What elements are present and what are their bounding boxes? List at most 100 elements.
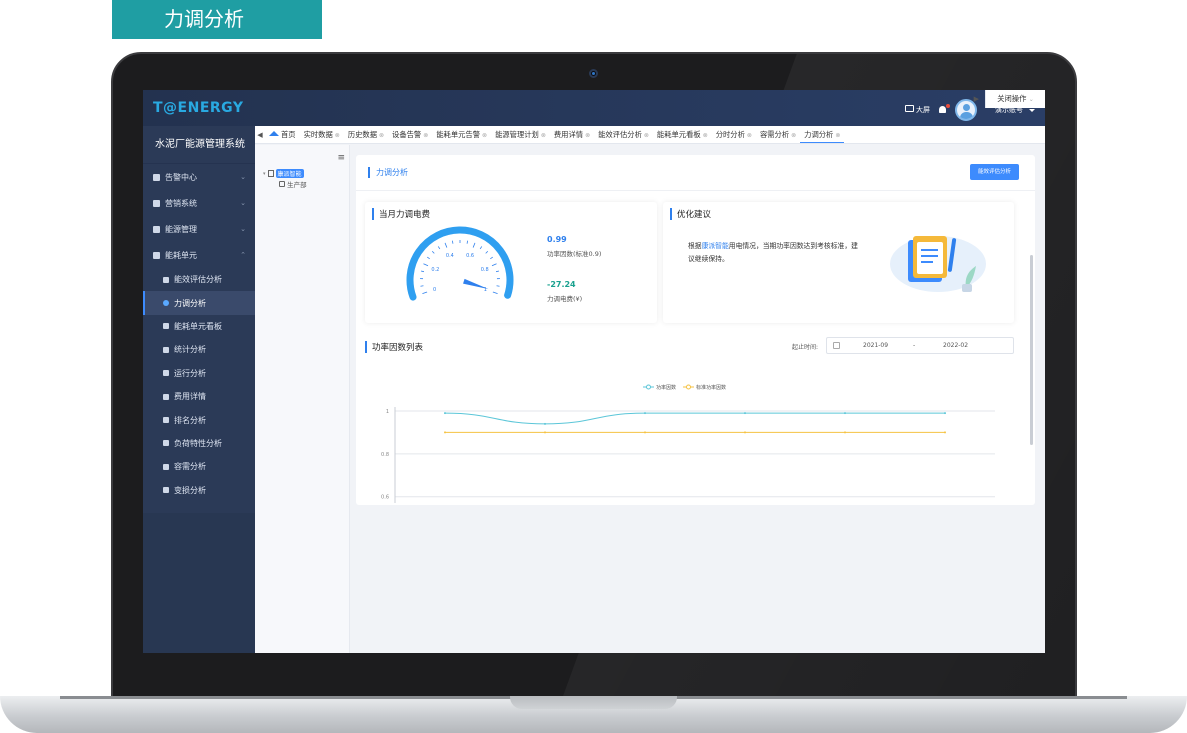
sidebar-subitem-4[interactable]: 运行分析 xyxy=(143,362,255,385)
sidebar-item-3[interactable]: 能耗单元 ⌃ xyxy=(143,242,255,268)
gauge-needle xyxy=(463,278,489,290)
tabs-prev-icon[interactable]: ◀ xyxy=(255,131,265,139)
tab-0[interactable]: 实时数据 ⊗ xyxy=(300,126,344,143)
tab-5[interactable]: 费用详情 ⊗ xyxy=(550,126,594,143)
tab-4[interactable]: 能源管理计划 ⊗ xyxy=(491,126,550,143)
sidebar-item-label: 能耗单元 xyxy=(165,250,197,260)
tab-home[interactable]: 首页 xyxy=(265,126,300,143)
sidebar-subitem-7[interactable]: 负荷特性分析 xyxy=(143,432,255,455)
big-screen-button[interactable]: 大屏 xyxy=(905,105,930,115)
gauge-tick-label: 0 xyxy=(433,287,436,293)
legend-label: 功率因数 xyxy=(656,384,676,391)
sidebar-subitem-label: 容需分析 xyxy=(174,462,206,472)
y-tick-label: 0.6 xyxy=(381,495,389,501)
tab-2[interactable]: 设备告警 ⊗ xyxy=(388,126,432,143)
tabs-bar: ◀ 首页 实时数据 ⊗ 历史数据 ⊗ 设备告警 ⊗ 能耗单元告警 ⊗ 能源管理计划 ⊗ 费用详情 ⊗ 能… xyxy=(255,126,1045,144)
tab-10[interactable]: 力调分析 ⊗ xyxy=(800,126,845,143)
bell-icon[interactable] xyxy=(938,104,950,115)
sidebar-subitem-label: 统计分析 xyxy=(174,345,206,355)
tab-label: 实时数据 xyxy=(303,129,333,139)
tab-close-icon[interactable]: ⊗ xyxy=(335,132,340,139)
fee-label: 力调电费(¥) xyxy=(547,295,583,303)
tab-label: 能耗单元看板 xyxy=(656,129,701,139)
legend-marker xyxy=(686,384,691,390)
main-scrollbar[interactable] xyxy=(1030,255,1033,445)
date-range-label: 起止时间: xyxy=(792,344,819,351)
series-point-1 xyxy=(444,431,446,434)
power-factor-label: 功率因数(标准0.9) xyxy=(547,250,602,258)
tab-close-icon[interactable]: ⊗ xyxy=(703,132,708,139)
submenu-icon xyxy=(163,370,169,377)
series-point-0 xyxy=(944,412,946,415)
optimization-advice-panel: 优化建议 根据康派智能用电情况，当期功率因数达到考核标准，建议继续保持。 xyxy=(663,202,1014,323)
close-operations-button[interactable]: 关闭操作 ⌄ xyxy=(985,90,1045,108)
submenu-icon xyxy=(163,393,169,400)
gauge-tick xyxy=(485,250,489,254)
tab-8[interactable]: 分时分析 ⊗ xyxy=(712,126,756,143)
date-range-picker[interactable]: 2021-09 - 2022-02 xyxy=(826,337,1014,354)
tab-close-icon[interactable]: ⊗ xyxy=(379,132,384,139)
gauge-tick xyxy=(420,270,425,273)
gauge-tick-label: 0.4 xyxy=(446,253,454,259)
chevron-icon: ⌄ xyxy=(240,199,246,207)
tab-close-icon[interactable]: ⊗ xyxy=(482,132,487,139)
tab-close-icon[interactable]: ⊗ xyxy=(423,132,428,139)
monthly-fee-title: 当月力调电费 xyxy=(372,208,430,220)
sidebar-subitem-6[interactable]: 排名分析 xyxy=(143,408,255,431)
tab-1[interactable]: 历史数据 ⊗ xyxy=(344,126,388,143)
sidebar-subitem-5[interactable]: 费用详情 xyxy=(143,385,255,408)
menu-toggle-icon[interactable]: ≡ xyxy=(337,153,345,163)
y-tick-label: 0.8 xyxy=(381,452,389,458)
submenu-icon xyxy=(163,463,169,470)
menu-icon xyxy=(153,251,160,259)
tab-close-icon[interactable]: ⊗ xyxy=(835,132,840,139)
tab-9[interactable]: 容需分析 ⊗ xyxy=(756,126,800,143)
tab-close-icon[interactable]: ⊗ xyxy=(791,132,796,139)
gauge-tick xyxy=(479,246,483,250)
tab-close-icon[interactable]: ⊗ xyxy=(644,132,649,139)
tab-label: 费用详情 xyxy=(553,129,584,139)
tree-node-child[interactable]: 生产部 xyxy=(279,179,307,189)
monthly-fee-panel: 当月力调电费 0 0.2 0.4 0.6 0.8 1 0.99 功率因数(标准0.9) -… xyxy=(365,202,657,323)
efficiency-evaluation-button[interactable]: 能效评估分析 xyxy=(970,164,1019,180)
sidebar-subitem-9[interactable]: 变损分析 xyxy=(143,479,255,502)
tab-label: 历史数据 xyxy=(347,129,377,139)
main-card: 力调分析 能效评估分析 当月力调电费 0 0.2 0.4 0.6 0.8 1 0.99 功… xyxy=(356,155,1035,505)
chevron-icon: ⌄ xyxy=(240,225,246,233)
app-logo: T@ENERGY xyxy=(153,100,244,116)
tab-6[interactable]: 能效评估分析 ⊗ xyxy=(594,126,653,143)
tab-close-icon[interactable]: ⊗ xyxy=(585,132,590,139)
sidebar-subitem-0[interactable]: 能效评估分析 xyxy=(143,268,255,291)
tab-close-icon[interactable]: ⊗ xyxy=(541,132,546,139)
tab-3[interactable]: 能耗单元告警 ⊗ xyxy=(432,126,491,143)
tab-7[interactable]: 能耗单元看板 ⊗ xyxy=(653,126,712,143)
close-operations-label: 关闭操作 xyxy=(997,94,1027,103)
tab-label: 力调分析 xyxy=(804,129,834,139)
series-point-0 xyxy=(544,422,546,425)
sidebar-subitem-8[interactable]: 容需分析 xyxy=(143,455,255,478)
tree-node-root[interactable]: ▾ 康派智能 xyxy=(263,169,304,178)
tree-node-child-label: 生产部 xyxy=(287,181,307,189)
gauge-tick xyxy=(444,242,448,248)
gauge-tick xyxy=(422,291,428,295)
tab-label: 能源管理计划 xyxy=(495,129,539,139)
sidebar-subitem-2[interactable]: 能耗单元看板 xyxy=(143,315,255,338)
chevron-icon: ⌃ xyxy=(240,251,246,259)
tab-label: 容需分析 xyxy=(759,129,790,139)
tabs-next-icon[interactable]: ▶ xyxy=(974,90,979,108)
tree-node-root-label: 康派智能 xyxy=(275,169,304,178)
submenu-icon xyxy=(163,417,169,424)
app-screen: T@ENERGY 大屏 演示账号 水泥厂能源管理系统 告警中心 ⌄ 营销系统 ⌄ 能源管… xyxy=(143,90,1045,653)
tree-expand-icon[interactable]: ▾ xyxy=(263,171,266,177)
clipboard-illustration-icon xyxy=(890,236,986,292)
sidebar-subitem-3[interactable]: 统计分析 xyxy=(143,338,255,361)
sidebar-item-0[interactable]: 告警中心 ⌄ xyxy=(143,164,255,190)
submenu-icon xyxy=(163,300,169,307)
sidebar-subitem-label: 费用详情 xyxy=(174,392,206,402)
sidebar-item-1[interactable]: 营销系统 ⌄ xyxy=(143,190,255,216)
sidebar-item-2[interactable]: 能源管理 ⌄ xyxy=(143,216,255,242)
tab-close-icon[interactable]: ⊗ xyxy=(747,132,752,139)
folder-icon xyxy=(267,170,274,177)
advice-brand: 康派智能 xyxy=(701,242,729,250)
sidebar-subitem-1[interactable]: 力调分析 xyxy=(143,291,255,316)
